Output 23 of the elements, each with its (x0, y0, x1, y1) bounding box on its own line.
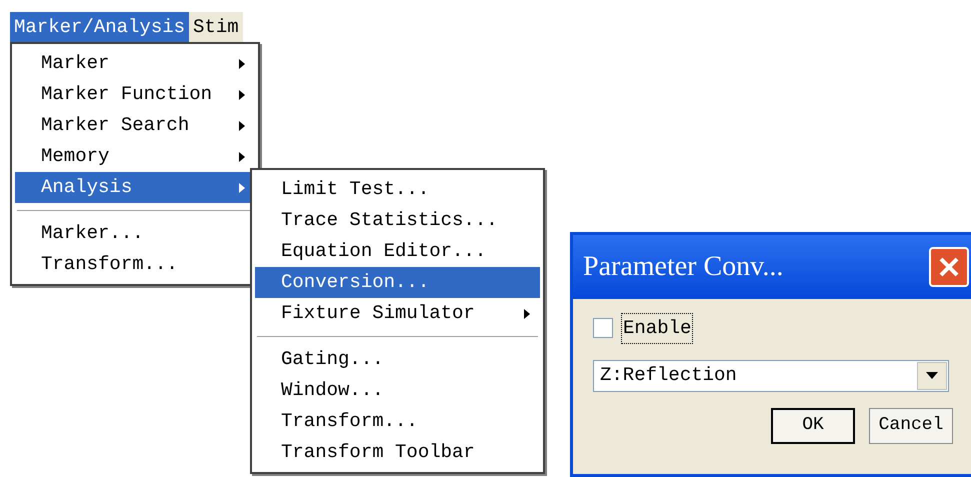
menu-item[interactable]: Transform... (255, 406, 540, 437)
menu-bar-item[interactable]: Marker/Analysis (10, 12, 190, 42)
menu-item[interactable]: Gating... (255, 344, 540, 375)
close-icon (938, 256, 960, 278)
menu-item[interactable]: Marker (15, 48, 255, 79)
menu-item[interactable]: Marker Function (15, 79, 255, 110)
menu-item[interactable]: Limit Test... (255, 174, 540, 205)
checkbox[interactable] (593, 318, 613, 338)
menu-bar-item[interactable]: Stim (189, 12, 243, 42)
checkbox-label: Enable (621, 313, 694, 344)
dialog-button[interactable]: Cancel (869, 408, 953, 444)
menu-item[interactable]: Marker Search (15, 110, 255, 141)
dropdown[interactable]: Z:Reflection (593, 360, 949, 392)
menu-item[interactable]: Memory (15, 141, 255, 172)
menu-item[interactable]: Transform Toolbar (255, 437, 540, 468)
close-button[interactable] (929, 247, 969, 287)
menu-item[interactable]: Equation Editor... (255, 236, 540, 267)
window-title: Parameter Conv... (583, 250, 784, 284)
menu-item[interactable]: Conversion... (255, 267, 540, 298)
menu-item[interactable]: Trace Statistics... (255, 205, 540, 236)
menu-item[interactable]: Fixture Simulator (255, 298, 540, 329)
menu-item[interactable]: Window... (255, 375, 540, 406)
dialog-button[interactable]: OK (771, 408, 855, 444)
